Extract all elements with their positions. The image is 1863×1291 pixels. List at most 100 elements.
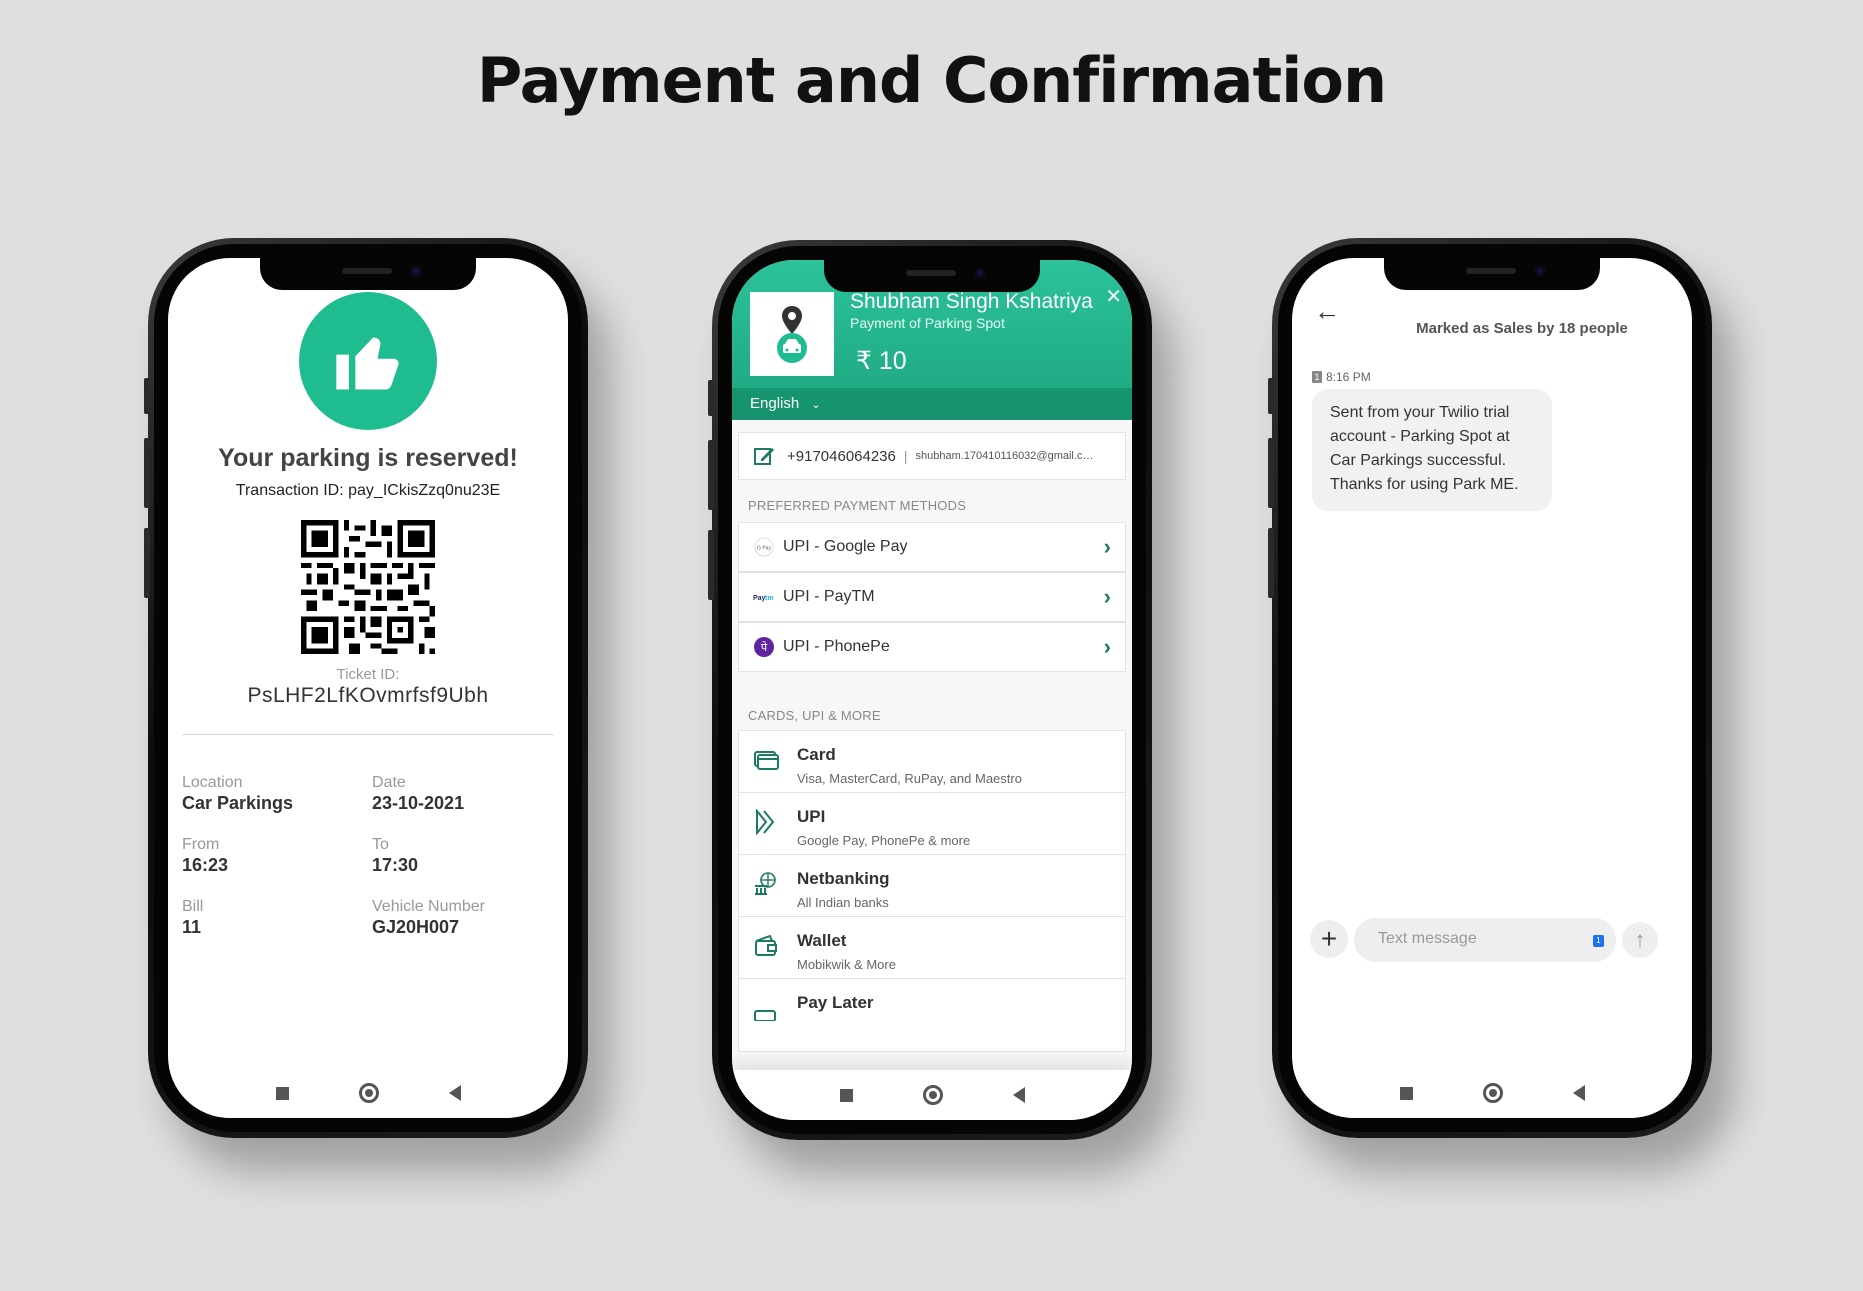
info-value: GJ20H007 — [372, 917, 460, 937]
phonepe-icon: पे — [753, 636, 775, 658]
info-value: 23-10-2021 — [372, 793, 465, 813]
method-title: Card — [797, 745, 836, 764]
message-placeholder: Text message — [1378, 930, 1477, 947]
language-bar: English ⌄ — [732, 388, 1132, 420]
method-title: Netbanking — [797, 869, 890, 888]
info-value: Car Parkings — [182, 793, 294, 813]
chevron-right-icon: › — [1103, 534, 1111, 559]
info-label: From — [182, 836, 220, 853]
sms-screen: ← Marked as Sales by 18 people 1 8:16 PM… — [1292, 258, 1692, 1118]
phone-sms: ← Marked as Sales by 18 people 1 8:16 PM… — [1268, 238, 1712, 1138]
pay-option-phonepe[interactable]: पे UPI - PhonePe › — [738, 622, 1126, 672]
side-button — [708, 530, 714, 600]
method-subtitle: Google Pay, PhonePe & more — [797, 833, 971, 848]
message-bubble[interactable]: Sent from your Twilio trial account - Pa… — [1312, 389, 1552, 511]
pay-option-paytm[interactable]: Pay tm UPI - PayTM › — [738, 572, 1126, 622]
home-icon[interactable] — [1482, 1083, 1503, 1103]
info-from: From 16:23 — [182, 836, 362, 876]
info-vehicle: Vehicle Number GJ20H007 — [372, 898, 552, 938]
payment-screen: Shubham Singh Kshatriya Payment of Parki… — [732, 260, 1132, 1120]
pay-option-google-pay[interactable]: G Pay UPI - Google Pay › — [738, 522, 1126, 572]
recents-icon[interactable] — [839, 1088, 853, 1102]
confirmation-screen: Your parking is reserved! Transaction ID… — [168, 258, 568, 1118]
ticket-label: Ticket ID: — [336, 666, 400, 683]
notch — [824, 260, 1040, 292]
wallet-icon — [753, 933, 779, 959]
payment-amount: ₹ 10 — [856, 347, 907, 375]
phone-payment: Shubham Singh Kshatriya Payment of Parki… — [708, 240, 1152, 1140]
info-bill: Bill 11 — [182, 898, 362, 938]
payment-description: Payment of Parking Spot — [850, 315, 1005, 331]
back-icon[interactable] — [448, 1085, 461, 1101]
info-label: To — [372, 836, 389, 853]
svg-text:tm: tm — [765, 595, 774, 602]
method-subtitle: Mobikwik & More — [797, 957, 896, 972]
add-attachment-icon[interactable]: + — [1310, 920, 1348, 958]
side-button — [144, 378, 150, 414]
method-title: Pay Later — [797, 993, 874, 1012]
svg-text:Pay: Pay — [753, 595, 766, 602]
home-icon[interactable] — [922, 1085, 943, 1105]
info-value: 17:30 — [372, 855, 419, 875]
back-arrow-icon[interactable]: ← — [1314, 296, 1340, 327]
info-date: Date 23-10-2021 — [372, 774, 552, 814]
home-icon[interactable] — [358, 1083, 379, 1103]
recents-icon[interactable] — [1399, 1086, 1413, 1100]
recents-icon[interactable] — [275, 1086, 289, 1100]
close-icon[interactable]: ✕ — [1105, 284, 1122, 309]
edit-icon[interactable] — [753, 445, 775, 467]
back-icon[interactable] — [1012, 1087, 1025, 1103]
sim-icon: 1 — [1593, 935, 1604, 947]
info-label: Date — [372, 774, 406, 791]
android-nav-bar — [732, 1070, 1132, 1120]
checkout-body: +917046064236 | shubham.170410116032@gma… — [732, 420, 1132, 1070]
method-title: Wallet — [797, 931, 847, 950]
info-value: 11 — [182, 917, 202, 937]
qr-code-icon — [301, 520, 435, 654]
phone-confirmation: Your parking is reserved! Transaction ID… — [144, 238, 588, 1138]
sender-spam-label: Marked as Sales by 18 people — [1416, 320, 1628, 337]
preferred-section-label: PREFERRED PAYMENT METHODS — [748, 498, 967, 513]
thumbs-up-icon — [299, 292, 437, 430]
reserved-heading: Your parking is reserved! — [218, 444, 518, 472]
side-button — [708, 380, 714, 416]
chevron-right-icon: › — [1103, 584, 1111, 609]
contact-email: shubham.170410116032@gmail.com — [915, 450, 1096, 462]
sim-icon: 1 — [1312, 371, 1322, 383]
info-location: Location Car Parkings — [182, 774, 362, 814]
language-select[interactable]: English ⌄ — [750, 395, 821, 412]
page-title: Payment and Confirmation — [476, 44, 1387, 117]
message-input[interactable]: Text message 1 — [1354, 918, 1616, 962]
paylater-icon — [753, 995, 779, 1022]
side-button — [1268, 438, 1274, 508]
merchant-name: Shubham Singh Kshatriya — [850, 290, 1093, 313]
upi-icon — [753, 808, 779, 836]
svg-text:G Pay: G Pay — [757, 546, 771, 552]
android-nav-bar — [168, 1068, 568, 1118]
android-nav-bar — [1292, 1068, 1692, 1118]
contact-details[interactable]: +917046064236 | shubham.170410116032@gma… — [738, 432, 1126, 480]
message-timestamp: 1 8:16 PM — [1312, 370, 1371, 384]
svg-text:पे: पे — [761, 641, 768, 654]
back-icon[interactable] — [1572, 1085, 1585, 1101]
contact-separator: | — [903, 448, 908, 464]
side-button — [1268, 378, 1274, 414]
ticket-id: PsLHF2LfKOvmrfsf9Ubh — [247, 684, 489, 707]
divider — [182, 734, 554, 735]
method-pay-later[interactable]: Pay Later — [738, 978, 1126, 1052]
pay-option-label: UPI - PayTM — [783, 588, 875, 605]
side-button — [144, 438, 150, 508]
method-subtitle: Visa, MasterCard, RuPay, and Maestro — [797, 771, 1022, 786]
method-title: UPI — [797, 807, 826, 826]
bank-icon — [753, 871, 779, 897]
side-button — [144, 528, 150, 598]
send-icon[interactable]: ↑ — [1622, 922, 1658, 958]
notch — [260, 258, 476, 290]
google-pay-icon: G Pay — [753, 536, 775, 558]
language-label: English — [750, 395, 800, 412]
pay-option-label: UPI - PhonePe — [783, 638, 890, 655]
pay-option-label: UPI - Google Pay — [783, 538, 908, 555]
contact-phone: +917046064236 — [787, 447, 896, 465]
info-to: To 17:30 — [372, 836, 552, 876]
method-subtitle: All Indian banks — [797, 895, 889, 910]
